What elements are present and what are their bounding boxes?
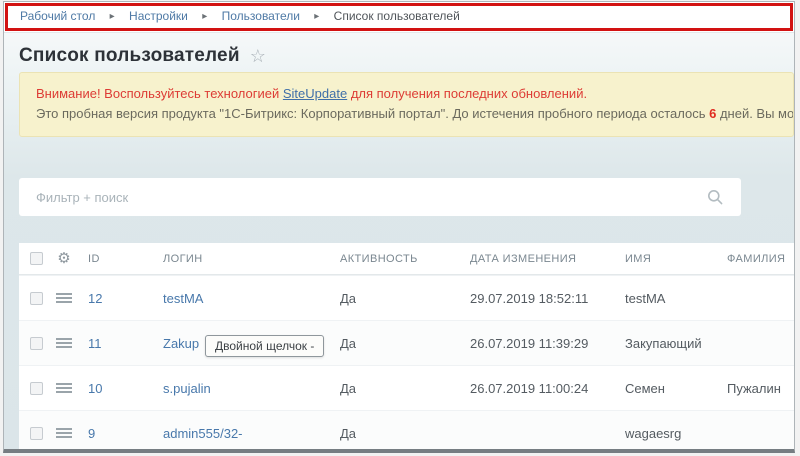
breadcrumb-separator-icon: ▸ <box>110 11 115 22</box>
notice-line1-suffix: для получения последних обновлений. <box>347 86 587 101</box>
column-header-modified[interactable]: ДАТА ИЗМЕНЕНИЯ <box>461 253 616 265</box>
siteupdate-link[interactable]: SiteUpdate <box>283 86 347 101</box>
table-header-row: ⚙ ID ЛОГИН АКТИВНОСТЬ ДАТА ИЗМЕНЕНИЯ ИМЯ… <box>19 243 794 275</box>
cell-login[interactable]: s.pujalin <box>154 381 331 396</box>
cell-id[interactable]: 10 <box>79 381 154 396</box>
table-row: 9 admin555/32- Да wagaesrg <box>19 410 794 453</box>
favorite-star-icon[interactable]: ☆ <box>250 47 266 65</box>
breadcrumb-separator-icon: ▸ <box>314 11 319 22</box>
column-header-active[interactable]: АКТИВНОСТЬ <box>331 253 461 265</box>
cell-id[interactable]: 9 <box>79 426 154 441</box>
row-checkbox[interactable] <box>30 427 43 440</box>
filter-search-bar <box>19 178 741 216</box>
admin-window: Рабочий стол ▸ Настройки ▸ Пользователи … <box>3 1 795 453</box>
trial-notice: Внимание! Воспользуйтесь технологией Sit… <box>19 72 794 137</box>
breadcrumb-bar: Рабочий стол ▸ Настройки ▸ Пользователи … <box>4 2 794 33</box>
row-actions-menu-icon[interactable] <box>56 428 72 438</box>
notice-line1-prefix: Внимание! Воспользуйтесь технологией <box>36 86 283 101</box>
row-checkbox[interactable] <box>30 382 43 395</box>
breadcrumb: Рабочий стол ▸ Настройки ▸ Пользователи … <box>4 2 794 32</box>
user-table: ⚙ ID ЛОГИН АКТИВНОСТЬ ДАТА ИЗМЕНЕНИЯ ИМЯ… <box>19 243 794 453</box>
breadcrumb-item-user-list: Список пользователей <box>334 9 460 23</box>
column-header-name[interactable]: ИМЯ <box>616 253 718 265</box>
row-actions-menu-icon[interactable] <box>56 293 72 303</box>
cell-name: Закупающий <box>616 336 718 351</box>
cell-active: Да <box>331 426 461 441</box>
select-all-checkbox[interactable] <box>30 252 43 265</box>
cell-active: Да <box>331 336 461 351</box>
cell-id[interactable]: 12 <box>79 291 154 306</box>
cell-modified: 26.07.2019 11:39:29 <box>461 336 616 351</box>
table-row: 10 s.pujalin Да 26.07.2019 11:00:24 Семе… <box>19 365 794 410</box>
page-title: Список пользователей <box>19 45 240 67</box>
cell-active: Да <box>331 291 461 306</box>
breadcrumb-item-settings[interactable]: Настройки <box>129 9 188 23</box>
notice-line2-part1: Это пробная версия продукта "1С-Битрикс:… <box>36 106 709 121</box>
breadcrumb-item-users[interactable]: Пользователи <box>222 9 300 23</box>
column-header-id[interactable]: ID <box>79 253 154 265</box>
grid-settings-gear-icon[interactable]: ⚙ <box>57 251 70 266</box>
cell-name: wagaesrg <box>616 426 718 441</box>
cell-lastname: Пужалин <box>718 381 794 396</box>
breadcrumb-separator-icon: ▸ <box>202 11 207 22</box>
table-row: 11 Zakup Да 26.07.2019 11:39:29 Закупающ… <box>19 320 794 365</box>
cell-id[interactable]: 11 <box>79 336 154 351</box>
table-row: 12 testMA Да 29.07.2019 18:52:11 testMA <box>19 275 794 320</box>
search-icon[interactable] <box>707 189 723 205</box>
row-checkbox[interactable] <box>30 292 43 305</box>
cell-login[interactable]: testMA <box>154 291 331 306</box>
row-actions-menu-icon[interactable] <box>56 383 72 393</box>
cell-name: Семен <box>616 381 718 396</box>
cell-modified: 29.07.2019 18:52:11 <box>461 291 616 306</box>
cell-login[interactable]: admin555/32- <box>154 426 331 441</box>
notice-trial-line: Это пробная версия продукта "1С-Битрикс:… <box>36 106 777 121</box>
cell-modified: 26.07.2019 11:00:24 <box>461 381 616 396</box>
notice-update-line: Внимание! Воспользуйтесь технологией Sit… <box>36 86 777 101</box>
double-click-tooltip: Двойной щелчок - <box>205 335 324 357</box>
row-actions-menu-icon[interactable] <box>56 338 72 348</box>
page-header: Список пользователей ☆ <box>4 33 794 72</box>
cell-name: testMA <box>616 291 718 306</box>
column-header-lastname[interactable]: ФАМИЛИЯ <box>718 253 794 265</box>
row-checkbox[interactable] <box>30 337 43 350</box>
search-input[interactable] <box>19 178 741 216</box>
cell-active: Да <box>331 381 461 396</box>
breadcrumb-item-desktop[interactable]: Рабочий стол <box>20 9 95 23</box>
notice-line2-part2: дней. Вы можете купить полн <box>716 106 794 121</box>
column-header-login[interactable]: ЛОГИН <box>154 253 331 265</box>
